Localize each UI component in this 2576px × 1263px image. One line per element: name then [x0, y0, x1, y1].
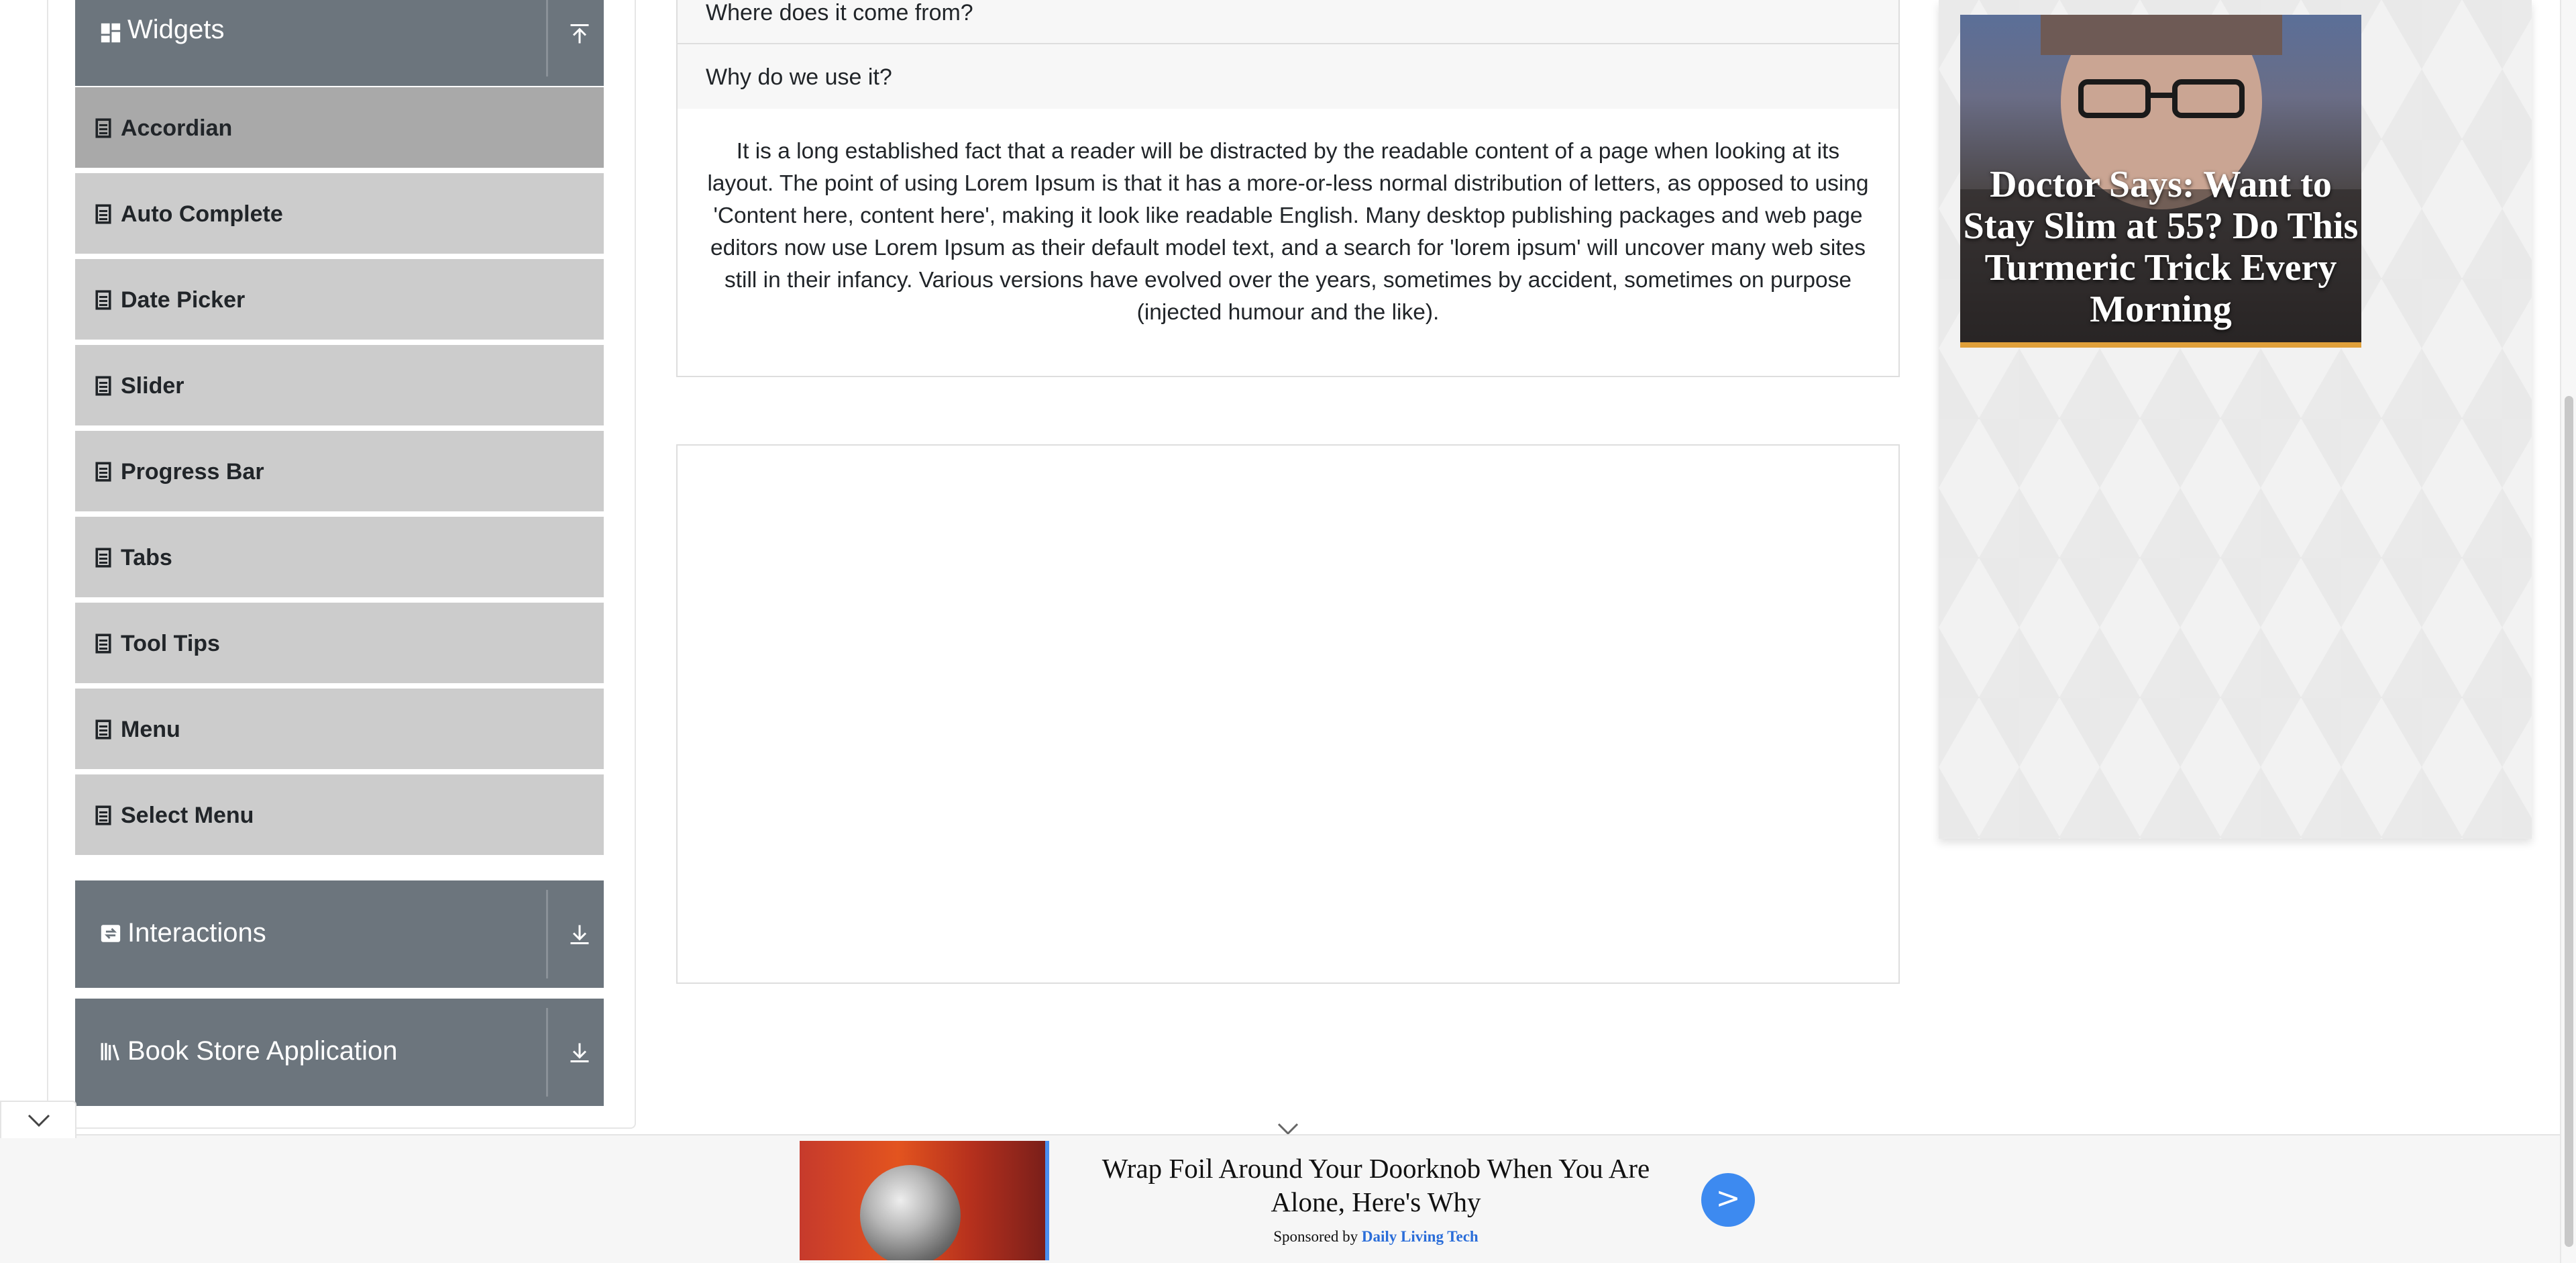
interactions-group-title: Interactions — [127, 918, 266, 948]
empty-content-card — [676, 444, 1900, 984]
widgets-group-header[interactable]: Widgets — [75, 0, 604, 86]
sidebar-item-progress-bar[interactable]: Progress Bar — [75, 431, 604, 514]
sidebar-item-tool-tips[interactable]: Tool Tips — [75, 603, 604, 686]
accordion-section-why-header[interactable]: Why do we use it? — [676, 43, 1900, 110]
interactions-group-header[interactable]: Interactions — [75, 880, 604, 988]
bottom-ad-image[interactable] — [800, 1141, 1049, 1260]
document-icon — [95, 290, 111, 310]
accordion-body-text: It is a long established fact that a rea… — [707, 139, 1869, 325]
book-store-group-header[interactable]: Book Store Application — [75, 999, 604, 1106]
widgets-grid-icon — [101, 23, 121, 43]
accordion-section-why-body: It is a long established fact that a rea… — [676, 109, 1900, 377]
sidebar-item-label: Menu — [121, 717, 180, 742]
doorknob-illustration — [860, 1165, 961, 1260]
sidebar-item-slider[interactable]: Slider — [75, 345, 604, 428]
book-store-group-title: Book Store Application — [127, 1036, 398, 1066]
sidebar-item-label: Accordian — [121, 115, 233, 141]
accordion-section-title: Why do we use it? — [706, 64, 892, 90]
sidebar-item-menu[interactable]: Menu — [75, 689, 604, 772]
sidebar-item-label: Tool Tips — [121, 631, 220, 656]
expand-down-icon[interactable] — [568, 1040, 592, 1064]
sidebar-item-label: Date Picker — [121, 287, 246, 313]
header-divider — [546, 1008, 548, 1097]
bottom-ad-go-button[interactable]: > — [1701, 1173, 1755, 1227]
header-divider — [546, 890, 548, 978]
sponsor-link[interactable]: Daily Living Tech — [1362, 1228, 1479, 1245]
expand-down-icon[interactable] — [568, 922, 592, 946]
interactions-icon — [101, 925, 121, 942]
chevron-down-icon — [28, 1114, 50, 1127]
page-scrollbar[interactable] — [2560, 0, 2576, 1263]
books-icon — [101, 1043, 119, 1061]
sidebar-item-label: Auto Complete — [121, 201, 283, 227]
document-icon — [95, 204, 111, 224]
collapse-up-icon[interactable] — [568, 22, 592, 46]
sidebar-item-select-menu[interactable]: Select Menu — [75, 774, 604, 858]
sponsored-prefix: Sponsored by — [1273, 1228, 1358, 1245]
sidebar-item-label: Tabs — [121, 545, 172, 570]
sidebar-item-label: Slider — [121, 373, 184, 399]
document-icon — [95, 719, 111, 740]
side-ad-headline: Doctor Says: Want to Stay Slim at 55? Do… — [1963, 164, 2359, 330]
document-icon — [95, 376, 111, 396]
bottom-ad-headline[interactable]: Wrap Foil Around Your Doorknob When You … — [1064, 1152, 1688, 1219]
side-ad-image[interactable]: Doctor Says: Want to Stay Slim at 55? Do… — [1960, 15, 2361, 348]
document-icon — [95, 548, 111, 568]
sidebar-item-accordian[interactable]: Accordian — [75, 87, 604, 170]
widgets-group-title: Widgets — [127, 15, 225, 44]
document-icon — [95, 462, 111, 482]
sidebar-item-label: Progress Bar — [121, 459, 264, 485]
ad-collapse-tab[interactable] — [0, 1101, 76, 1138]
document-icon — [95, 634, 111, 654]
sidebar-item-label: Select Menu — [121, 803, 254, 828]
sidebar-item-tabs[interactable]: Tabs — [75, 517, 604, 600]
accordion-section-title: Where does it come from? — [706, 0, 973, 26]
scrollbar-thumb[interactable] — [2565, 396, 2573, 1247]
sidebar-item-date-picker[interactable]: Date Picker — [75, 259, 604, 342]
document-icon — [95, 118, 111, 138]
sidebar-item-auto-complete[interactable]: Auto Complete — [75, 173, 604, 256]
chevron-down-icon[interactable] — [1277, 1122, 1299, 1135]
bottom-ad-sponsor-line: Sponsored by Daily Living Tech — [1064, 1228, 1688, 1246]
header-divider — [546, 0, 548, 77]
document-icon — [95, 805, 111, 825]
accordion-section-where-header[interactable]: Where does it come from? — [676, 0, 1900, 44]
